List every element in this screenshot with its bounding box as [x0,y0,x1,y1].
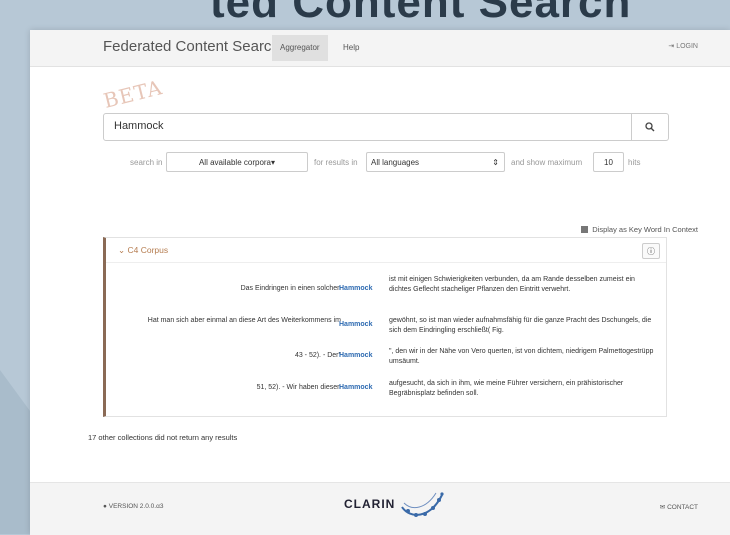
corpus-title-label: C4 Corpus [127,245,169,255]
language-select-value: All languages [371,158,420,167]
page: Federated Content Search Aggregator Help… [30,30,730,535]
corpus-panel-header[interactable]: ⌄ C4 Corpus ⓘ [106,238,666,263]
search-icon [645,122,655,132]
result-left-context: 43 - 52). - Der" [294,352,341,359]
corpora-select[interactable]: All available corpora▾ [166,152,308,172]
for-results-label: for results in [314,158,358,167]
version-label: VERSION 2.0.0.α3 [108,503,164,510]
info-circle-icon: ● [103,503,107,510]
contact-link[interactable]: ✉ CONTACT [660,503,698,511]
corpus-results-panel: ⌄ C4 Corpus ⓘ Das Eindringen in einen so… [103,237,667,417]
info-button[interactable]: ⓘ [642,243,660,259]
result-right-context: gewöhnt, so ist man wieder aufnahmsfähig… [389,317,652,334]
result-left-context: Hat man sich aber einmal an diese Art de… [147,317,341,324]
no-results-message: 17 other collections did not return any … [88,433,238,442]
search-filters: search in All available corpora▾ for res… [30,152,730,174]
search-box [103,113,669,141]
tab-aggregator[interactable]: Aggregator [272,35,328,61]
search-button[interactable] [631,114,668,140]
result-left-context: 51, 52). - Wir haben diesen [256,384,341,391]
brand-title[interactable]: Federated Content Search [103,38,280,55]
info-icon: ⓘ [647,246,655,256]
hits-label: hits [628,158,641,167]
show-max-label: and show maximum [511,158,583,167]
footer: ● VERSION 2.0.0.α3 CLARIN ✉ CONTACT [30,482,730,535]
result-keyword: Hammock [339,384,373,391]
version-info: ● VERSION 2.0.0.α3 [103,503,163,510]
search-in-label: search in [130,158,163,167]
navbar: Federated Content Search Aggregator Help… [30,30,730,67]
contact-label: CONTACT [667,504,698,511]
login-label: LOGIN [676,43,698,50]
checkbox-icon [581,226,589,233]
result-right-context: ist mit einigen Schwierigkeiten verbunde… [389,276,635,293]
caret-icon: ▾ [271,158,276,167]
result-left-context: Das Eindringen in einen solchen [240,285,341,292]
clarin-logo-text: CLARIN [344,497,396,511]
clarin-logo[interactable] [400,489,446,523]
result-right-context: aufgesucht, da sich in ihm, wie meine Fü… [389,380,624,397]
result-keyword: Hammock [339,285,373,292]
result-keyword: Hammock [339,321,373,328]
language-select[interactable]: All languages ⇕ [366,152,505,172]
max-hits-input[interactable]: 10 [593,152,624,172]
result-right-context: ", den wir in der Nähe von Vero querten,… [389,348,654,365]
mail-icon: ✉ [659,504,666,511]
corpora-select-value: All available corpora [198,158,272,167]
result-keyword: Hammock [339,352,373,359]
login-link[interactable]: ⇥ LOGIN [668,42,698,50]
login-icon: ⇥ [668,43,675,50]
updown-icon: ⇕ [492,158,499,167]
tab-help[interactable]: Help [335,35,367,61]
search-input[interactable] [104,114,644,138]
kwic-toggle[interactable]: Display as Key Word In Context [581,225,698,234]
background-title: ted Content Search [210,0,632,27]
chevron-down-icon: ⌄ [118,245,126,255]
kwic-label: Display as Key Word In Context [592,225,698,234]
corpus-title[interactable]: ⌄ C4 Corpus [118,245,168,256]
beta-label: BETA [100,75,166,113]
